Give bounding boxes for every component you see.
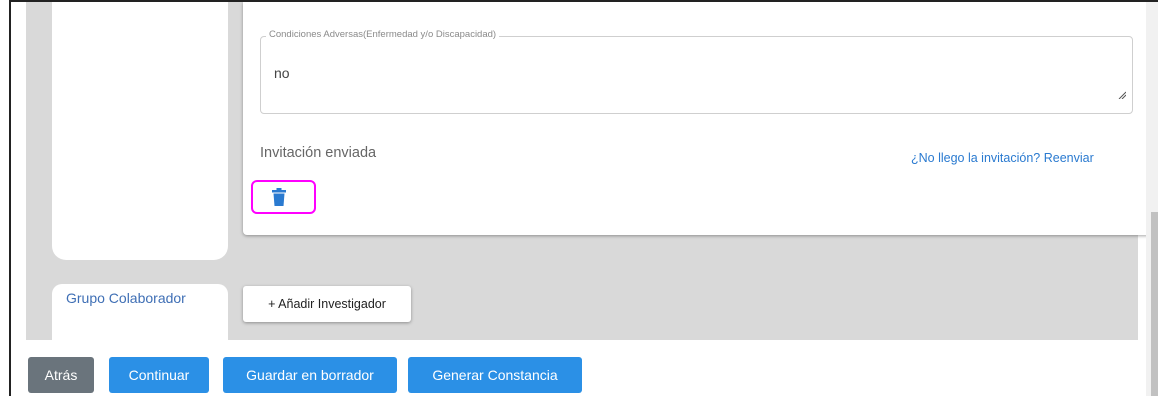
continue-button[interactable]: Continuar	[109, 357, 209, 393]
adverse-conditions-legend: Condiciones Adversas(Enfermedad y/o Disc…	[266, 29, 500, 40]
resize-handle-icon[interactable]	[1118, 91, 1126, 99]
vertical-scrollbar[interactable]	[1146, 2, 1158, 396]
delete-button[interactable]	[251, 180, 316, 214]
generate-certificate-button[interactable]: Generar Constancia	[408, 357, 582, 393]
action-bar: Atrás Continuar Guardar en borrador Gene…	[26, 340, 1146, 396]
investigator-card: Condiciones Adversas(Enfermedad y/o Disc…	[243, 2, 1151, 235]
trash-icon	[271, 188, 286, 206]
group-label: Grupo Colaborador	[66, 290, 186, 306]
resend-invitation-link[interactable]: ¿No llego la invitación? Reenviar	[911, 151, 1094, 165]
back-button[interactable]: Atrás	[28, 357, 94, 393]
group-panel: Grupo Colaborador	[52, 284, 228, 340]
scrollbar-thumb[interactable]	[1151, 212, 1158, 396]
app-frame: Grupo Colaborador Condiciones Adversas(E…	[9, 0, 1158, 396]
adverse-conditions-field[interactable]: Condiciones Adversas(Enfermedad y/o Disc…	[260, 29, 1133, 114]
save-draft-button[interactable]: Guardar en borrador	[223, 357, 397, 393]
invitation-status: Invitación enviada	[260, 145, 377, 161]
left-side-panel	[52, 2, 228, 260]
add-investigator-button[interactable]: + Añadir Investigador	[243, 286, 411, 322]
adverse-conditions-value[interactable]: no	[274, 65, 290, 81]
form-workspace: Grupo Colaborador Condiciones Adversas(E…	[26, 2, 1151, 340]
